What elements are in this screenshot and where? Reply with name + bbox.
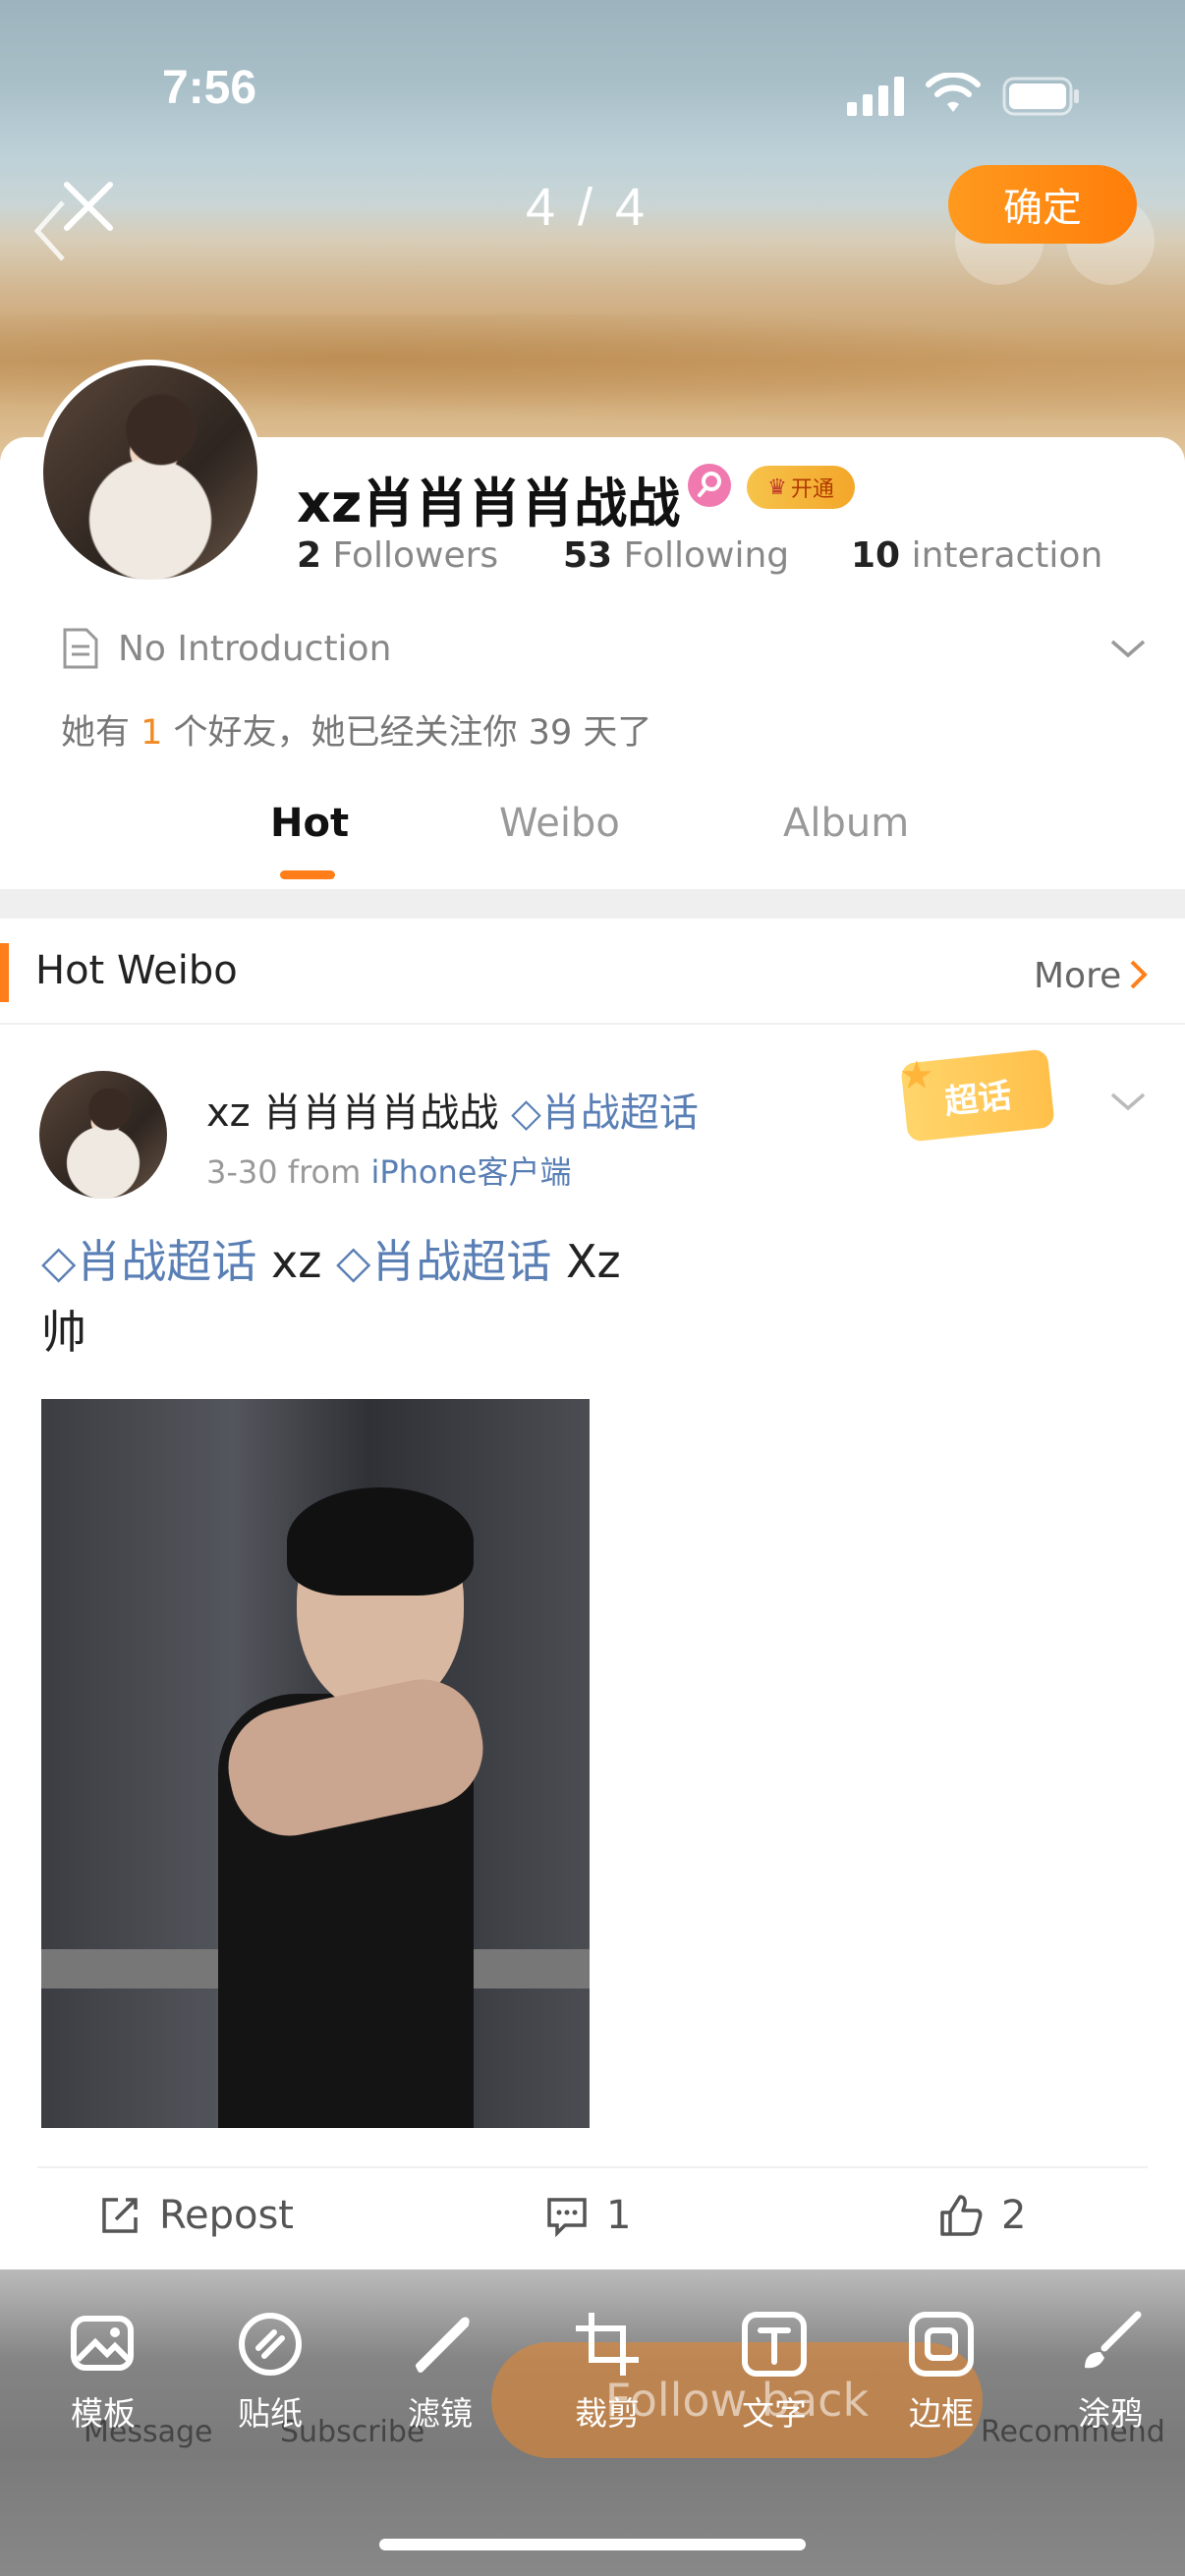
- wifi-icon: [926, 71, 981, 116]
- friends-note-post: 个好友，她已经关注你 39 天了: [162, 713, 652, 753]
- repost-button[interactable]: Repost: [98, 2193, 294, 2238]
- topic-label: 肖战超话: [540, 1091, 699, 1136]
- chevron-right-icon[interactable]: [1128, 958, 1150, 1000]
- post-from: from: [287, 1153, 362, 1191]
- introduction-row[interactable]: No Introduction: [61, 627, 391, 670]
- tab-hot[interactable]: Hot: [270, 801, 349, 846]
- tab-weibo[interactable]: Weibo: [499, 801, 620, 846]
- followers-count: 2: [297, 535, 322, 576]
- topic-label-2: 肖战超话: [370, 1235, 552, 1288]
- hot-weibo-header: Hot Weibo More: [0, 919, 1185, 1025]
- followers-label: Followers: [332, 535, 499, 576]
- repost-label: Repost: [159, 2193, 294, 2238]
- doodle-brush-icon: [1085, 2311, 1142, 2369]
- home-indicator[interactable]: [379, 2539, 806, 2550]
- post-menu-chevron-icon[interactable]: [1108, 1087, 1148, 1116]
- status-time: 7:56: [162, 62, 257, 114]
- action-divider: [37, 2166, 1148, 2168]
- interaction-stat[interactable]: 10 interaction: [851, 535, 1102, 576]
- verified-badge-icon[interactable]: [688, 464, 731, 507]
- post-date: 3-30: [206, 1153, 278, 1191]
- topic-link[interactable]: ◇肖战超话: [511, 1091, 699, 1136]
- close-icon[interactable]: [59, 177, 118, 236]
- tool-text[interactable]: 文字: [715, 2309, 833, 2435]
- vip-open-badge[interactable]: ♛ 开通: [747, 466, 855, 509]
- sticker-icon: [239, 2313, 302, 2376]
- tool-doodle[interactable]: 涂鸦: [1051, 2309, 1169, 2435]
- friends-note-pre: 她有: [61, 713, 141, 753]
- expand-chevron-icon[interactable]: [1108, 634, 1148, 663]
- text-icon: [742, 2312, 807, 2377]
- diamond-icon: ◇: [336, 1235, 371, 1288]
- post-source[interactable]: iPhone客户端: [370, 1153, 571, 1191]
- topic-link-2[interactable]: ◇肖战超话: [336, 1235, 551, 1288]
- chaohua-badge-label: 超话: [942, 1076, 1014, 1122]
- tool-filter[interactable]: 滤镜: [381, 2309, 499, 2435]
- introduction-text: No Introduction: [118, 628, 392, 669]
- comment-count: 1: [606, 2193, 632, 2238]
- post-body: ◇肖战超话 xz ◇肖战超话 Xz 帅: [41, 1226, 621, 1368]
- active-tab-indicator: [280, 870, 335, 879]
- post-line-2: 帅: [41, 1306, 86, 1359]
- tool-filter-label: 滤镜: [408, 2394, 473, 2433]
- hot-weibo-title: Hot Weibo: [35, 948, 238, 993]
- following-count: 53: [563, 535, 613, 576]
- more-link[interactable]: More: [1034, 956, 1121, 996]
- interaction-count: 10: [851, 535, 901, 576]
- tool-sticker-label: 贴纸: [238, 2394, 303, 2433]
- tool-template-label: 模板: [71, 2394, 136, 2433]
- interaction-label: interaction: [911, 535, 1103, 576]
- battery-icon: [1002, 77, 1081, 116]
- tool-text-label: 文字: [742, 2394, 807, 2433]
- comment-icon: [547, 2198, 587, 2237]
- comment-button[interactable]: 1: [545, 2193, 631, 2238]
- frame-icon: [909, 2312, 974, 2377]
- section-accent-bar: [0, 943, 9, 1002]
- profile-avatar[interactable]: [37, 360, 263, 586]
- star-sparkle-icon: ★: [899, 1053, 934, 1098]
- tool-frame[interactable]: 边框: [882, 2309, 1000, 2435]
- following-stat[interactable]: 53 Following: [563, 535, 789, 576]
- document-icon: [63, 628, 98, 669]
- crown-icon: ♛: [767, 475, 787, 500]
- diamond-icon: ◇: [41, 1235, 77, 1288]
- post-text-mid: xz: [256, 1235, 337, 1288]
- cellular-signal-icon: [847, 77, 908, 116]
- tool-sticker[interactable]: 贴纸: [211, 2309, 329, 2435]
- tab-album[interactable]: Album: [783, 801, 909, 846]
- confirm-button[interactable]: 确定: [948, 165, 1137, 244]
- repost-icon: [102, 2198, 138, 2233]
- tool-template[interactable]: 模板: [44, 2309, 162, 2435]
- post-line-1: ◇肖战超话 xz ◇肖战超话 Xz: [41, 1226, 621, 1297]
- post-author-name[interactable]: xz 肖肖肖肖战战: [206, 1091, 498, 1136]
- template-image-icon: [71, 2316, 134, 2371]
- profile-username: xz肖肖肖肖战战: [297, 473, 681, 534]
- post-meta: 3-30 from iPhone客户端: [206, 1148, 571, 1193]
- diamond-icon: ◇: [511, 1091, 541, 1136]
- friends-count: 1: [141, 713, 163, 753]
- friends-note: 她有 1 个好友，她已经关注你 39 天了: [61, 704, 651, 755]
- post-photo[interactable]: [41, 1399, 590, 2128]
- filter-wand-icon: [416, 2317, 470, 2373]
- followers-stat[interactable]: 2 Followers: [297, 535, 498, 576]
- thumbs-up-icon: [940, 2195, 983, 2236]
- vip-open-label: 开通: [790, 477, 834, 502]
- crop-icon: [576, 2313, 639, 2376]
- topic-label-1: 肖战超话: [76, 1235, 257, 1288]
- following-label: Following: [623, 535, 790, 576]
- tool-crop[interactable]: 裁剪: [548, 2309, 666, 2435]
- like-button[interactable]: 2: [938, 2193, 1026, 2238]
- like-count: 2: [1001, 2193, 1027, 2238]
- topic-link-1[interactable]: ◇肖战超话: [41, 1235, 256, 1288]
- tool-frame-label: 边框: [909, 2394, 974, 2433]
- post-author-line: xz 肖肖肖肖战战 ◇肖战超话: [206, 1081, 699, 1138]
- tool-doodle-label: 涂鸦: [1078, 2394, 1143, 2433]
- section-divider: [0, 889, 1185, 919]
- photo-figure-hair: [287, 1487, 474, 1596]
- post-author-avatar[interactable]: [39, 1071, 167, 1199]
- tool-crop-label: 裁剪: [575, 2394, 640, 2433]
- screen: 7:56 4 / 4 确定 xz肖肖肖肖战战 ♛ 开通 2 Followers …: [0, 0, 1185, 2576]
- image-counter: 4 / 4: [526, 178, 649, 237]
- post-text-end: Xz: [551, 1235, 621, 1288]
